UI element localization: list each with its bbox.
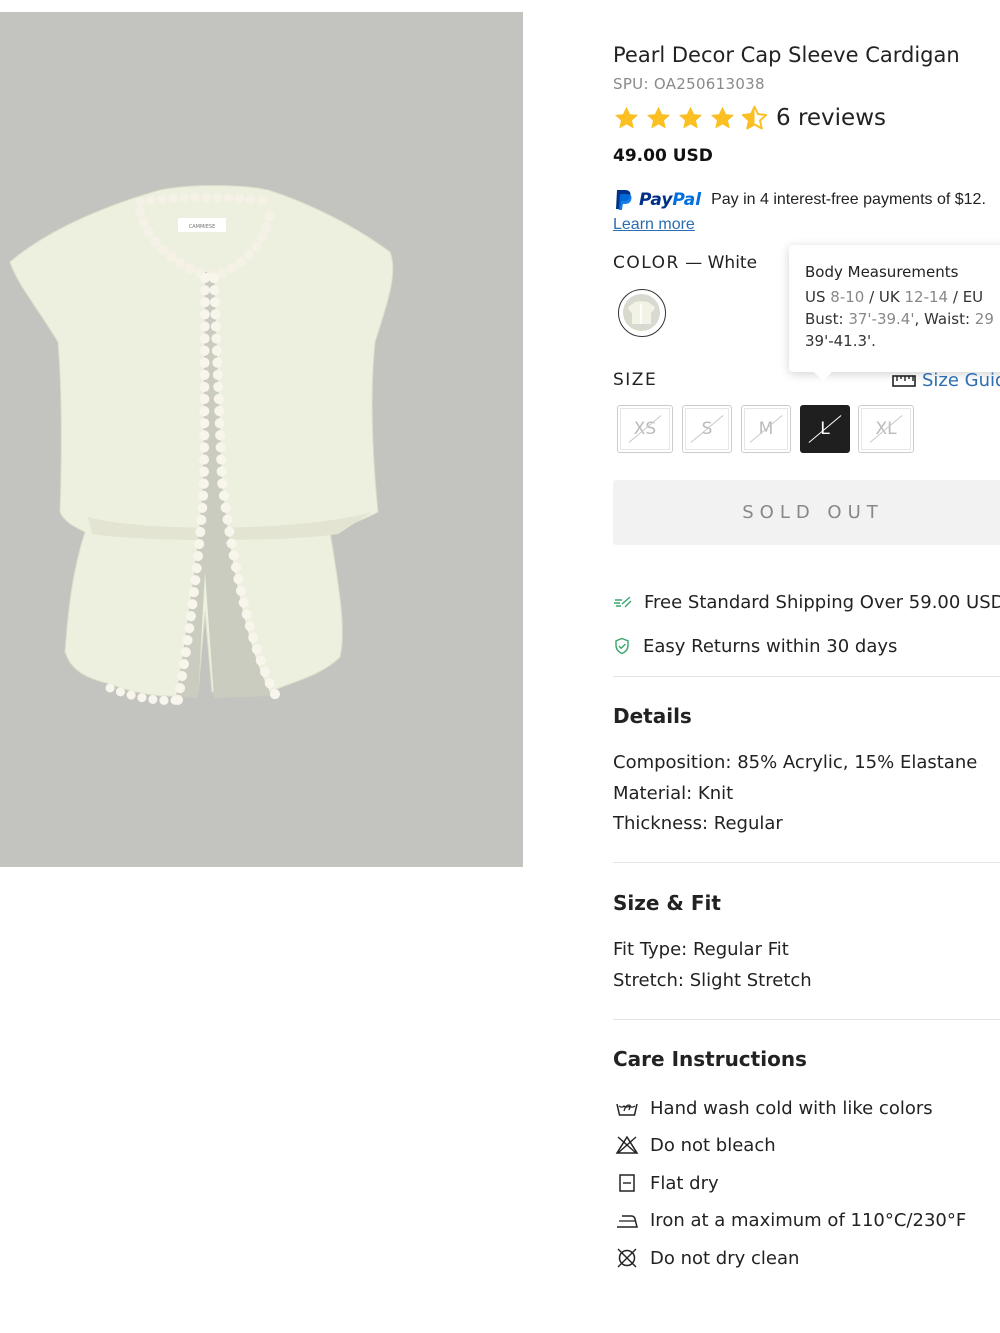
star-full-icon [646,106,671,129]
returns-perk: Easy Returns within 30 days [613,633,897,659]
shield-check-icon [615,637,629,655]
size-option-l[interactable]: L [800,405,850,453]
size-option-m[interactable]: M [741,405,791,453]
care-item: Do not bleach [615,1132,776,1158]
size-label: SIZE [613,370,658,390]
reviews-link[interactable]: 6 reviews [776,105,886,131]
paypal-icon [616,190,632,210]
product-title: Pearl Decor Cap Sleeve Cardigan [613,43,960,67]
paypal-text: Pay in 4 interest-free payments of $12. [711,191,986,208]
details-material: Material: Knit [613,783,734,804]
care-item: Iron at a maximum of 110°C/230°F [615,1207,966,1233]
color-value: White [707,253,758,273]
cardigan-illustration: CAMMIESE [9,185,394,705]
rating-row[interactable]: 6 reviews [613,103,886,133]
product-image[interactable]: CAMMIESE [0,12,523,867]
color-label: COLOR — White [613,253,758,273]
tooltip-measurements: Bust: 37'-39.4', Waist: 29 [805,310,994,328]
size-option-xs[interactable]: XS [617,405,673,453]
flat-dry-icon [619,1174,635,1192]
details-thickness: Thickness: Regular [613,813,783,834]
tooltip-hip: 39'-41.3'. [805,332,876,350]
divider [613,862,1000,863]
size-guide-link[interactable]: Size Guide [892,370,1000,391]
hand-wash-icon [616,1103,638,1116]
shipping-icon [614,596,632,608]
learn-more-link[interactable]: Learn more [613,216,695,234]
tooltip-title: Body Measurements [805,263,959,281]
size-option-xl[interactable]: XL [858,405,914,453]
ruler-icon [892,374,916,387]
sold-out-button[interactable]: SOLD OUT [613,480,1000,545]
no-dry-clean-icon [617,1248,637,1268]
swatch-thumbnail [628,301,655,324]
star-full-icon [678,106,703,129]
divider [613,676,1000,677]
care-item: Do not dry clean [615,1245,799,1271]
details-composition: Composition: 85% Acrylic, 15% Elastane [613,752,978,773]
product-info: Pearl Decor Cap Sleeve Cardigan SPU: OA2… [613,0,1000,1333]
size-option-s[interactable]: S [682,405,732,453]
shipping-perk: Free Standard Shipping Over 59.00 USD [613,589,1000,615]
care-item: Hand wash cold with like colors [615,1095,933,1121]
stretch: Stretch: Slight Stretch [613,970,812,991]
divider [613,1019,1000,1020]
star-full-icon [710,106,735,129]
fit-type: Fit Type: Regular Fit [613,939,789,960]
product-spu: SPU: OA250613038 [613,75,765,93]
details-title: Details [613,704,692,728]
star-half-icon [741,105,768,130]
paypal-installments: PayPal Pay in 4 interest-free payments o… [613,187,986,213]
product-price: 49.00 USD [613,146,713,166]
garment-label: CAMMIESE [189,224,216,230]
care-item: Flat dry [615,1170,719,1196]
care-title: Care Instructions [613,1047,807,1071]
body-measurements-tooltip: Body Measurements US 8-10 / UK 12-14 / E… [789,245,1000,381]
color-swatch-white[interactable] [618,289,666,337]
star-full-icon [614,106,639,129]
tooltip-sizes: US 8-10 / UK 12-14 / EU [805,288,984,306]
size-fit-title: Size & Fit [613,891,721,915]
paypal-logo: PayPal [639,190,702,210]
iron-icon [617,1215,638,1228]
no-bleach-icon [615,1135,639,1154]
